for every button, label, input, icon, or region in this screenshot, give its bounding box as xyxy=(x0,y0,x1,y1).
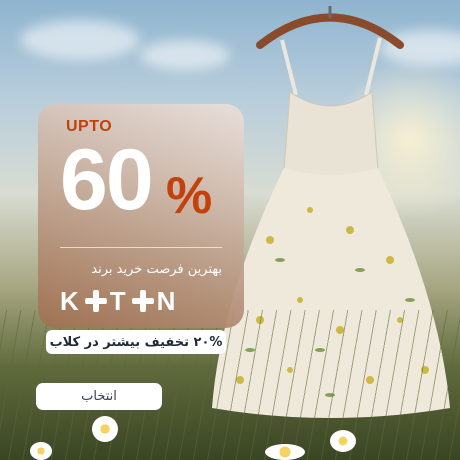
club-discount-pill: ۲۰% تخفیف بیشتر در کلاب xyxy=(46,330,226,354)
divider xyxy=(60,247,222,248)
daisy-flower xyxy=(92,416,118,442)
discount-number: 60 xyxy=(60,132,154,228)
promo-banner[interactable]: UPTO 60 % بهترین فرصت خرید برند KTN ۲۰% … xyxy=(0,0,460,460)
logo-cross-icon xyxy=(131,290,154,312)
promo-card: UPTO 60 % بهترین فرصت خرید برند KTN xyxy=(38,104,244,328)
logo-letter: T xyxy=(109,285,129,316)
tagline: بهترین فرصت خرید برند xyxy=(91,262,222,277)
brand-logo: KTN xyxy=(60,285,179,316)
logo-letter: N xyxy=(156,285,179,316)
daisy-flower xyxy=(330,430,356,452)
percent-sign: % xyxy=(166,167,213,225)
club-discount-label: ۲۰% تخفیف بیشتر در کلاب xyxy=(49,334,223,350)
select-button[interactable]: انتخاب xyxy=(36,383,162,410)
logo-letter: K xyxy=(60,285,82,316)
cloud xyxy=(20,20,140,60)
daisy-flower xyxy=(30,442,52,460)
daisy-flower xyxy=(265,444,305,460)
logo-cross-icon xyxy=(84,290,107,312)
